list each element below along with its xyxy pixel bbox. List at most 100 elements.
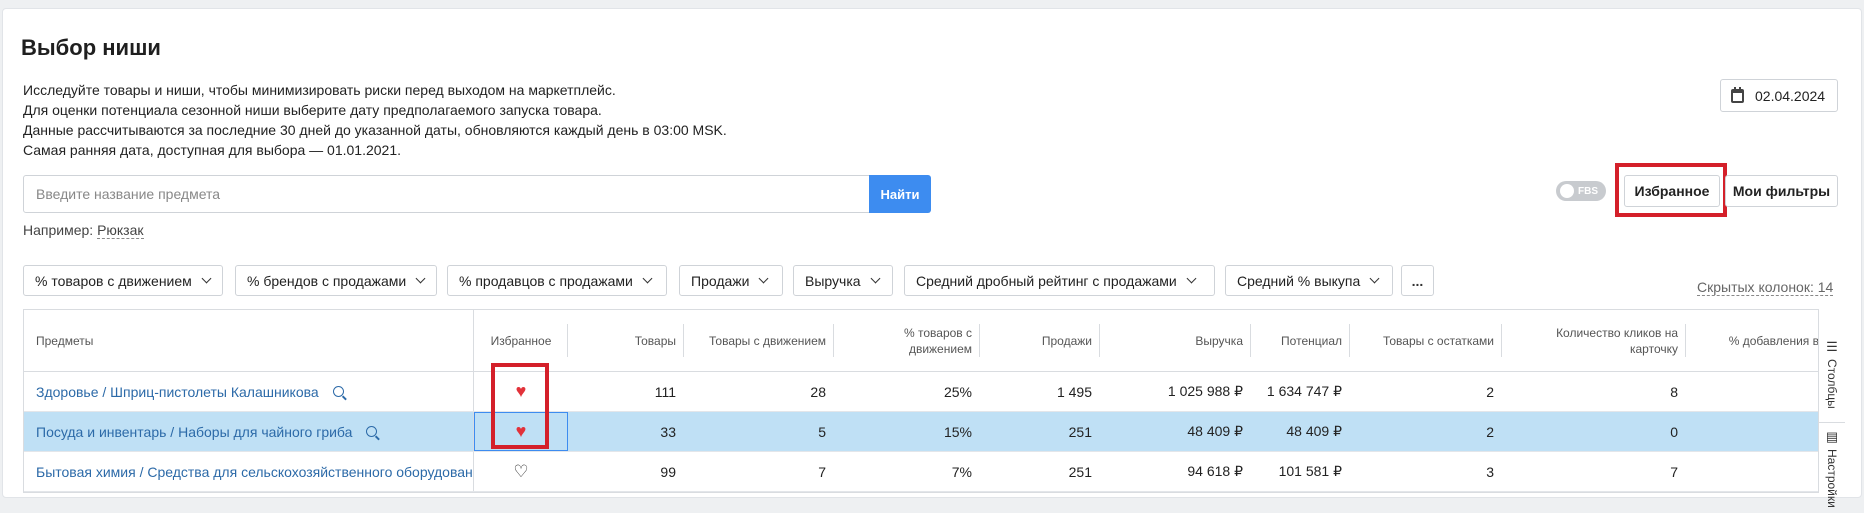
potential-cell: 48 409 ₽: [1286, 423, 1342, 439]
add-pct-cell: [1686, 412, 1825, 451]
calendar-icon: [1731, 86, 1744, 103]
chevron-down-icon: [415, 273, 426, 284]
table-row[interactable]: Бытовая химия / Средства для сельскохозя…: [24, 452, 1825, 492]
revenue-cell: 94 618 ₽: [1187, 463, 1243, 479]
col-clicks[interactable]: Количество кликов на карточку: [1502, 310, 1686, 371]
potential-cell: 1 634 747 ₽: [1266, 383, 1342, 399]
goods-moving-cell: 7: [818, 463, 826, 480]
goods-cell: 33: [660, 423, 676, 440]
date-picker-button[interactable]: 02.04.2024: [1720, 79, 1838, 112]
search-icon[interactable]: [332, 386, 344, 397]
date-value: 02.04.2024: [1755, 87, 1826, 104]
col-potential[interactable]: Потенциал: [1251, 310, 1350, 371]
potential-cell: 101 581 ₽: [1278, 463, 1342, 479]
my-filters-button[interactable]: Мои фильтры: [1725, 175, 1838, 207]
filter-revenue[interactable]: Выручка: [793, 265, 893, 296]
favorite-cell: ♡: [474, 452, 568, 491]
description-line: Данные рассчитываются за последние 30 дн…: [23, 122, 727, 138]
subject-link[interactable]: Бытовая химия / Средства для сельскохозя…: [36, 464, 473, 480]
chevron-down-icon: [1369, 273, 1380, 284]
pct-moving-cell: 25%: [943, 383, 972, 400]
col-goods[interactable]: Товары: [568, 310, 684, 371]
columns-tab[interactable]: ☰ Столбцы: [1819, 333, 1845, 423]
subject-link[interactable]: Здоровье / Шприц-пистолеты Калашникова: [36, 384, 319, 400]
filter-label: Выручка: [805, 272, 861, 289]
subject-cell: Здоровье / Шприц-пистолеты Калашникова: [24, 372, 474, 411]
settings-tab-label: Настройки: [1825, 449, 1839, 508]
favorites-button[interactable]: Избранное: [1624, 175, 1720, 207]
pct-moving-cell: 7%: [951, 463, 972, 480]
clicks-cell: 0: [1670, 423, 1678, 440]
revenue-cell: 1 025 988 ₽: [1167, 383, 1243, 399]
table-header: Предметы Избранное Товары Товары с движе…: [24, 310, 1825, 372]
search-example: Например: Рюкзак: [23, 222, 144, 239]
goods-cell: 99: [660, 463, 676, 480]
table-row[interactable]: Здоровье / Шприц-пистолеты Калашникова ♥…: [24, 372, 1825, 412]
col-pct-moving[interactable]: % товаров с движением: [834, 310, 980, 371]
add-pct-cell: [1686, 452, 1825, 491]
settings-icon: ▤: [1825, 429, 1839, 444]
col-goods-moving[interactable]: Товары с движением: [684, 310, 834, 371]
fbs-label: FBS: [1578, 185, 1598, 197]
columns-icon: ☰: [1826, 339, 1838, 354]
col-subject[interactable]: Предметы: [24, 310, 474, 371]
search-input[interactable]: [24, 176, 869, 212]
example-prefix: Например:: [23, 222, 94, 238]
clicks-cell: 7: [1670, 463, 1678, 480]
col-revenue[interactable]: Выручка: [1100, 310, 1251, 371]
filter-pct-sellers-sales[interactable]: % продавцов с продажами: [447, 265, 667, 296]
col-in-stock[interactable]: Товары с остатками: [1350, 310, 1502, 371]
chevron-down-icon: [201, 273, 212, 284]
filter-pct-brands-sales[interactable]: % брендов с продажами: [235, 265, 437, 296]
goods-cell: 111: [654, 383, 676, 400]
col-favorite[interactable]: Избранное: [474, 310, 568, 371]
filter-label: Средний % выкупа: [1237, 272, 1361, 289]
add-pct-cell: [1686, 372, 1825, 411]
col-sales[interactable]: Продажи: [980, 310, 1100, 371]
in-stock-cell: 2: [1486, 383, 1494, 400]
more-filters-button[interactable]: ...: [1401, 265, 1434, 296]
page-title: Выбор ниши: [21, 35, 161, 60]
description-line: Исследуйте товары и ниши, чтобы минимизи…: [23, 82, 616, 98]
search-icon[interactable]: [366, 426, 378, 437]
in-stock-cell: 3: [1486, 463, 1494, 480]
hidden-columns-link[interactable]: Скрытых колонок: 14: [1697, 279, 1834, 296]
filter-pct-goods-moving[interactable]: % товаров с движением: [23, 265, 223, 296]
table-row-selected[interactable]: Посуда и инвентарь / Наборы для чайного …: [24, 412, 1825, 452]
filter-label: Средний дробный рейтинг с продажами: [916, 272, 1177, 289]
heart-outline-icon[interactable]: ♡: [513, 462, 528, 482]
subject-cell: Бытовая химия / Средства для сельскохозя…: [24, 452, 474, 491]
col-add-pct[interactable]: % добавления в: [1686, 310, 1825, 371]
chevron-down-icon: [1186, 273, 1197, 284]
side-panel: ☰ Столбцы ▤ Настройки: [1818, 309, 1845, 508]
toggle-knob: [1560, 184, 1574, 198]
highlight-box: [491, 363, 549, 449]
clicks-cell: 8: [1670, 383, 1678, 400]
example-link[interactable]: Рюкзак: [97, 222, 144, 239]
chevron-down-icon: [759, 273, 769, 284]
page-description: Исследуйте товары и ниши, чтобы минимизи…: [23, 80, 727, 160]
subject-link[interactable]: Посуда и инвентарь / Наборы для чайного …: [36, 424, 352, 440]
filter-avg-buyout[interactable]: Средний % выкупа: [1225, 265, 1393, 296]
niches-table: Предметы Избранное Товары Товары с движе…: [23, 309, 1826, 493]
find-button[interactable]: Найти: [869, 175, 931, 213]
fbs-toggle[interactable]: FBS: [1556, 181, 1606, 201]
filter-avg-rating[interactable]: Средний дробный рейтинг с продажами: [904, 265, 1215, 296]
filter-label: % брендов с продажами: [247, 272, 407, 289]
filter-label: % товаров с движением: [35, 272, 192, 289]
search-field[interactable]: [23, 175, 870, 213]
revenue-cell: 48 409 ₽: [1187, 423, 1243, 439]
sales-cell: 251: [1068, 463, 1092, 480]
description-line: Для оценки потенциала сезонной ниши выбе…: [23, 102, 602, 118]
subject-cell: Посуда и инвентарь / Наборы для чайного …: [24, 412, 474, 451]
chevron-down-icon: [642, 273, 653, 284]
filter-label: % продавцов с продажами: [459, 272, 633, 289]
filter-sales[interactable]: Продажи: [679, 265, 783, 296]
sales-cell: 251: [1068, 423, 1092, 440]
settings-tab[interactable]: ▤ Настройки: [1819, 423, 1845, 513]
filter-label: Продажи: [691, 272, 750, 289]
chevron-down-icon: [870, 273, 880, 284]
goods-moving-cell: 28: [810, 383, 826, 400]
sales-cell: 1 495: [1056, 383, 1092, 400]
in-stock-cell: 2: [1486, 423, 1494, 440]
